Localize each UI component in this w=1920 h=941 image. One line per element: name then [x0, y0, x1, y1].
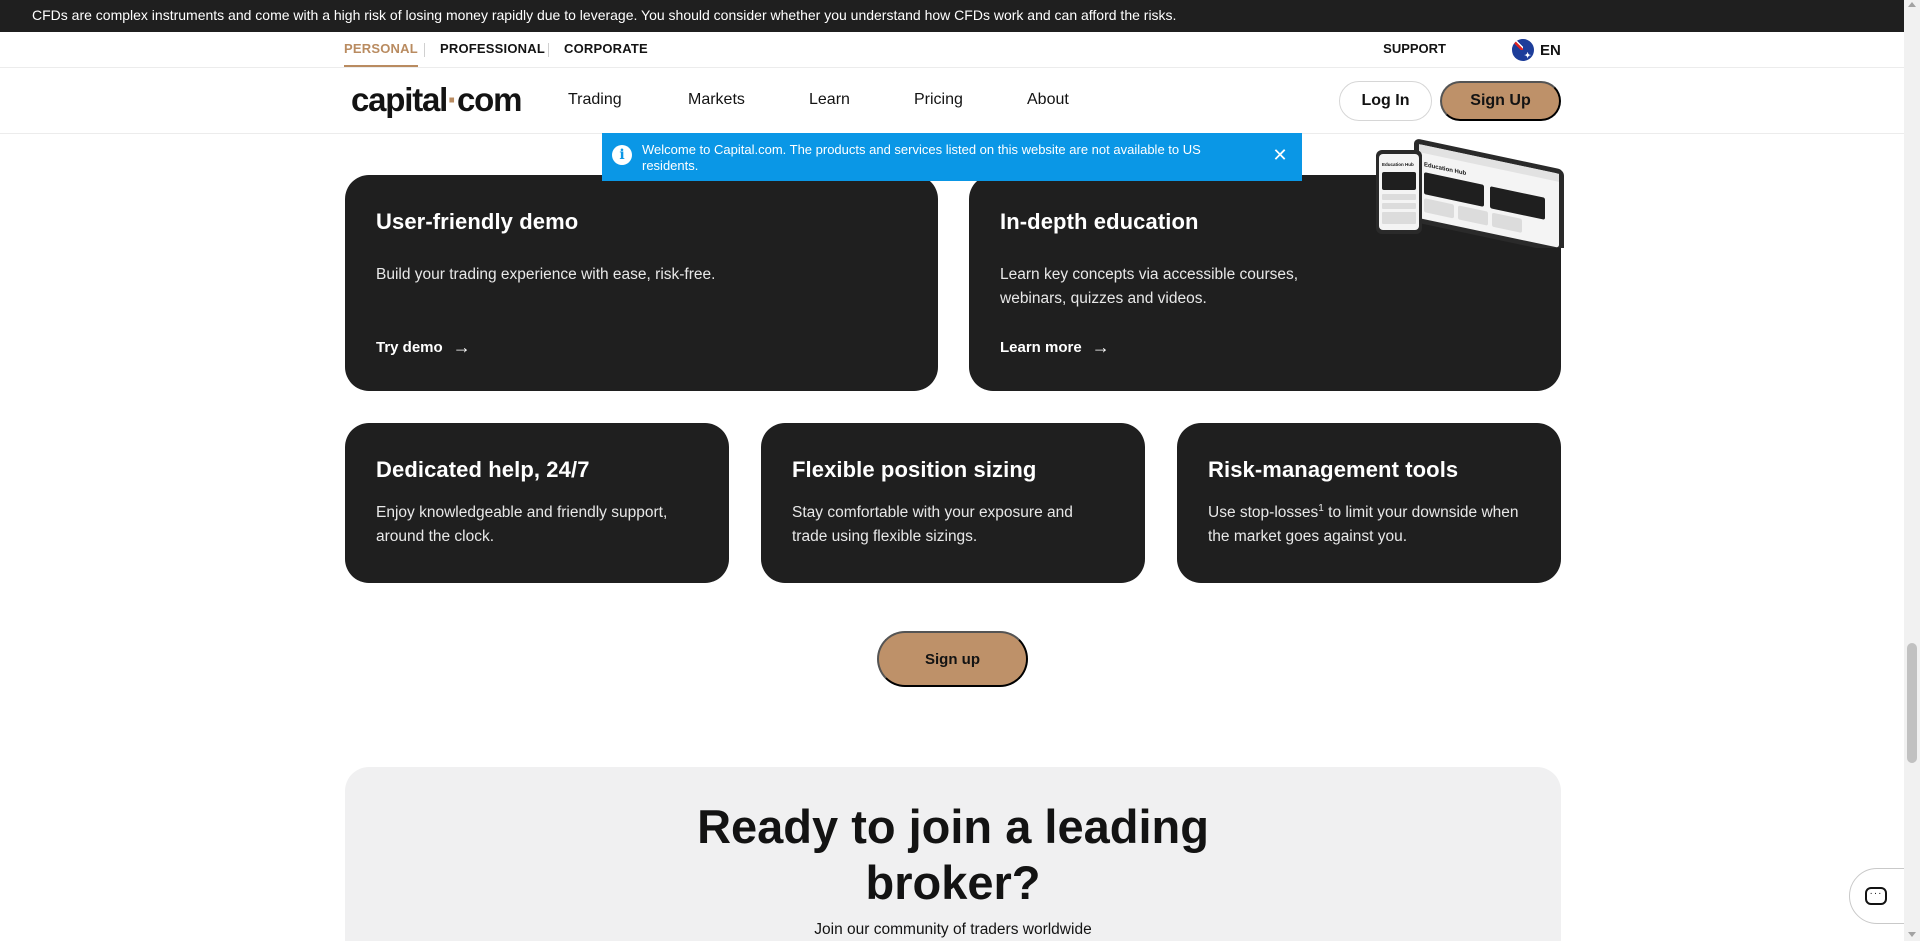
close-icon[interactable]: ✕ [1270, 145, 1290, 165]
us-residents-notice: i Welcome to Capital.com. The products a… [602, 133, 1302, 181]
join-broker-section: Ready to join a leading broker? Join our… [345, 767, 1561, 941]
info-icon: i [612, 145, 632, 165]
risk-warning-bar: CFDs are complex instruments and come wi… [0, 0, 1904, 32]
card-position-sizing: Flexible position sizing Stay comfortabl… [761, 423, 1145, 583]
divider [424, 43, 425, 57]
card-text: Build your trading experience with ease,… [376, 266, 716, 283]
risk-warning-text: CFDs are complex instruments and come wi… [32, 7, 1177, 23]
page-scrollbar[interactable] [1904, 0, 1920, 941]
signup-button[interactable]: Sign Up [1440, 81, 1561, 121]
chat-icon: ··· [1865, 887, 1887, 905]
chat-button[interactable]: ··· [1849, 868, 1909, 924]
capital-com-logo[interactable]: capital·com [351, 81, 522, 119]
nav-pricing[interactable]: Pricing [914, 68, 963, 132]
education-hub-devices-image: Education Hub Education Hub [1376, 139, 1564, 248]
nav-about[interactable]: About [1027, 68, 1069, 132]
main-nav: capital·com Trading Markets Learn Pricin… [0, 68, 1904, 134]
language-selector[interactable]: EN [1512, 39, 1561, 61]
join-subtitle: Join our community of traders worldwide [814, 921, 1092, 938]
arrow-right-icon: → [452, 337, 471, 357]
segment-corporate[interactable]: CORPORATE [564, 32, 648, 67]
cta-signup-button[interactable]: Sign up [877, 631, 1028, 687]
segment-nav: PERSONAL PROFESSIONAL CORPORATE SUPPORT … [0, 32, 1904, 68]
svg-text:Education Hub: Education Hub [1382, 162, 1414, 167]
learn-more-link[interactable]: Learn more → [1000, 337, 1110, 358]
nav-markets[interactable]: Markets [688, 68, 745, 132]
card-text: Use stop-losses1 to limit your downside … [1208, 502, 1519, 545]
arrow-right-icon: → [1091, 337, 1110, 357]
australia-flag-icon [1512, 39, 1534, 61]
join-title: Ready to join a leading broker? [697, 800, 1209, 909]
language-code: EN [1540, 41, 1561, 59]
card-title: Risk-management tools [1208, 457, 1459, 482]
card-text: Enjoy knowledgeable and friendly support… [376, 504, 668, 545]
scroll-down-arrow-icon[interactable] [1908, 932, 1916, 937]
card-text: Stay comfortable with your exposure and … [792, 504, 1073, 545]
card-title: User-friendly demo [376, 209, 579, 234]
scroll-thumb[interactable] [1907, 643, 1917, 763]
segment-professional[interactable]: PROFESSIONAL [440, 32, 545, 67]
nav-learn[interactable]: Learn [809, 68, 850, 132]
login-button[interactable]: Log In [1339, 81, 1432, 121]
card-demo: User-friendly demo Build your trading ex… [345, 175, 938, 391]
card-text: Learn key concepts via accessible course… [1000, 266, 1299, 307]
support-link[interactable]: SUPPORT [1383, 32, 1446, 66]
notice-text: Welcome to Capital.com. The products and… [642, 142, 1201, 173]
card-help: Dedicated help, 24/7 Enjoy knowledgeable… [345, 423, 729, 583]
card-title: Flexible position sizing [792, 457, 1037, 482]
card-title: Dedicated help, 24/7 [376, 457, 590, 482]
nav-trading[interactable]: Trading [568, 68, 622, 132]
card-title: In-depth education [1000, 209, 1199, 234]
try-demo-link[interactable]: Try demo → [376, 337, 471, 358]
segment-personal[interactable]: PERSONAL [344, 32, 418, 67]
card-risk-management: Risk-management tools Use stop-losses1 t… [1177, 423, 1561, 583]
divider [548, 43, 549, 57]
scroll-up-arrow-icon[interactable] [1908, 2, 1916, 7]
